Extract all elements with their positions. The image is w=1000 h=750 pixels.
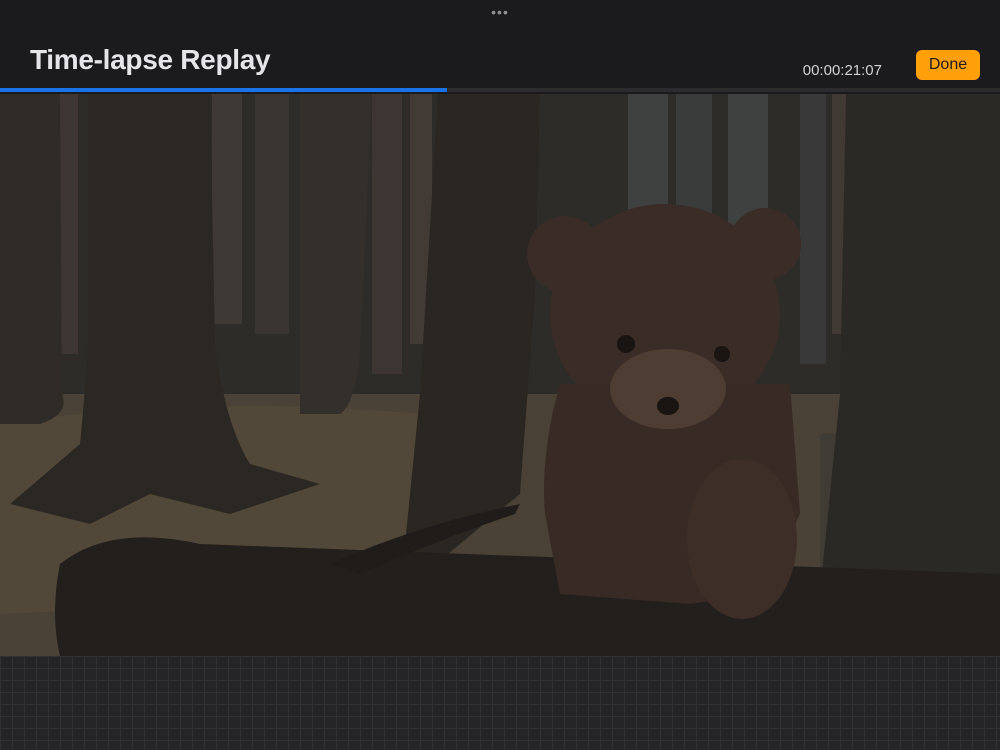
artwork-canvas[interactable] <box>0 94 1000 656</box>
done-button[interactable]: Done <box>916 50 980 80</box>
playback-progress-fill <box>0 88 447 92</box>
artwork-illustration <box>0 94 1000 656</box>
canvas-grid-margin <box>0 656 1000 750</box>
teddy-bear <box>527 204 801 619</box>
timelapse-replay-window: ••• Time-lapse Replay 00:00:21:07 Done <box>0 0 1000 750</box>
more-dots-icon[interactable]: ••• <box>480 4 520 20</box>
page-title: Time-lapse Replay <box>30 44 271 75</box>
playback-progress-bar[interactable] <box>0 88 1000 92</box>
elapsed-time: 00:00:21:07 <box>802 62 882 79</box>
header-bar: Time-lapse Replay 00:00:21:07 Done <box>0 24 1000 88</box>
